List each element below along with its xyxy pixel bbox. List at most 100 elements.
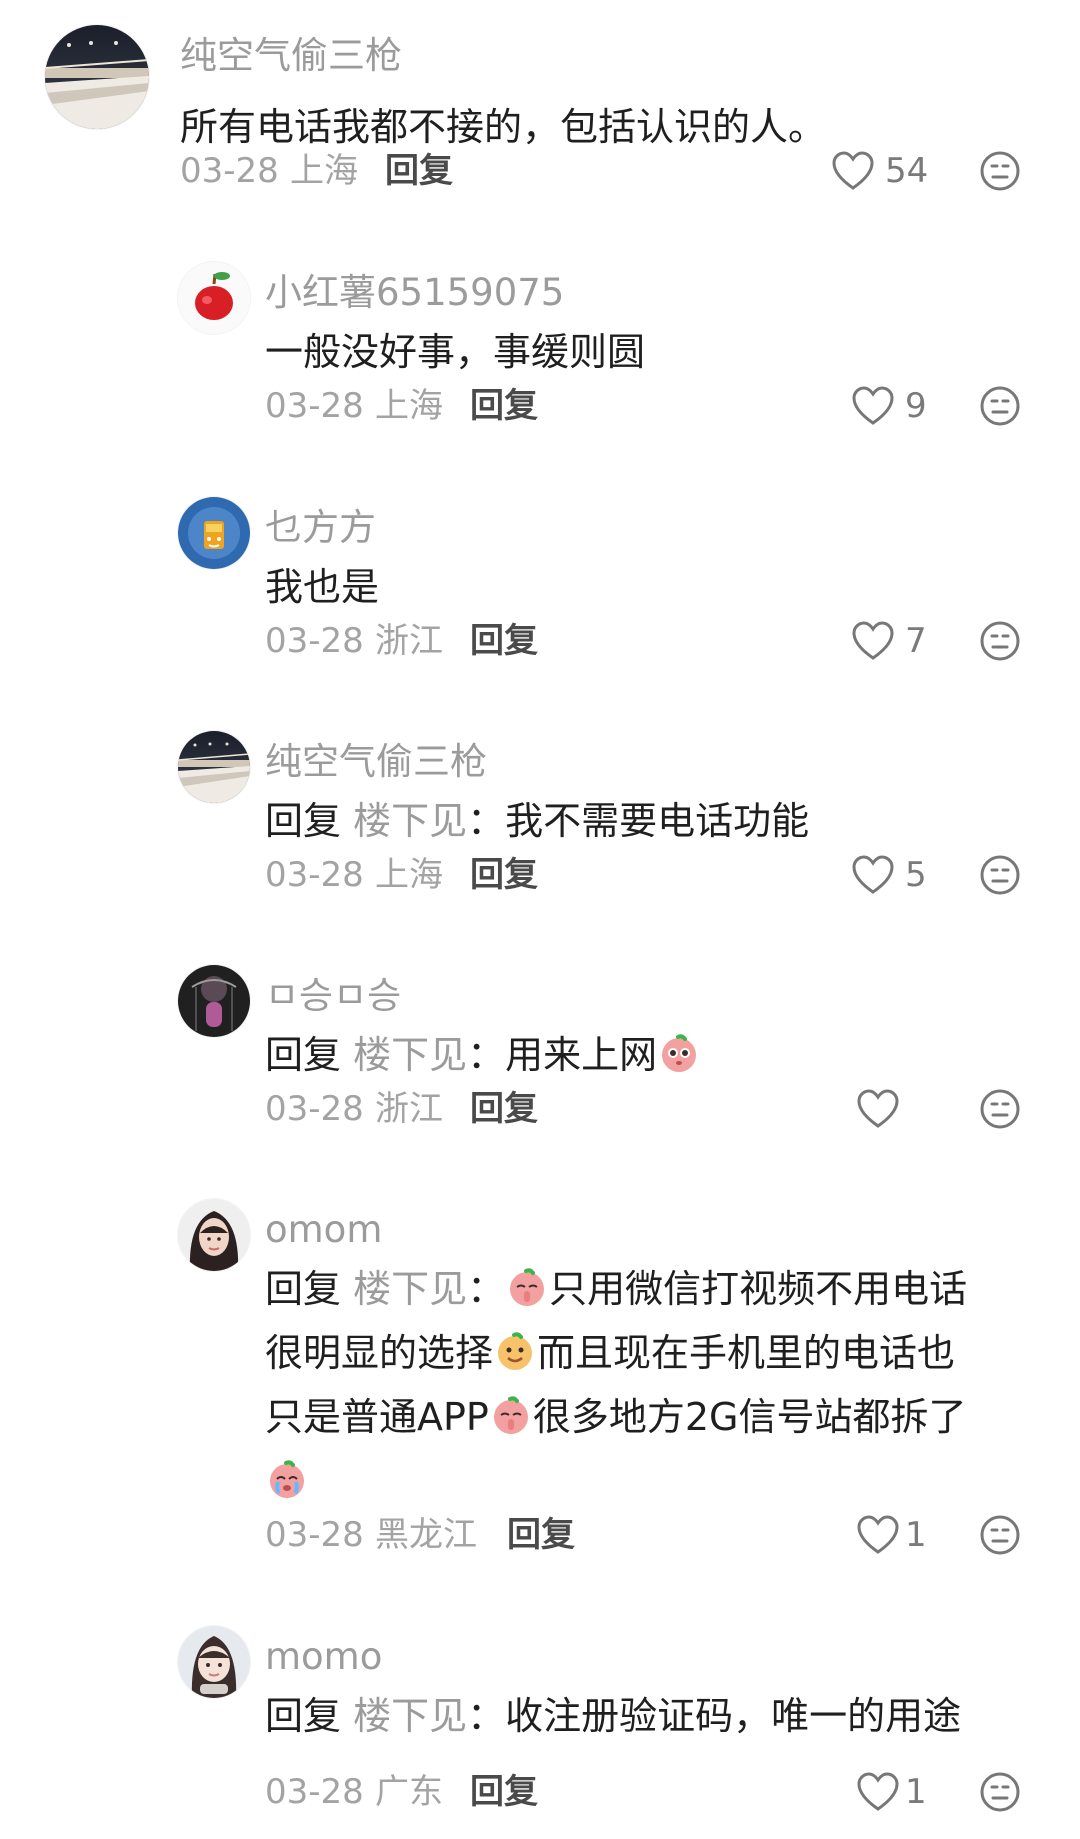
reply-button[interactable]: 回复 <box>470 1766 538 1818</box>
reply-text: 回复 楼下见：我不需要电话功能 <box>265 789 1045 853</box>
neutral-face-icon[interactable] <box>979 620 1021 662</box>
comment-meta: 03-28 浙江 回复 7 <box>265 615 1045 667</box>
comment-body: 我也是 <box>265 565 380 609</box>
comment-location: 上海 <box>290 151 358 191</box>
username[interactable]: 纯空气偷三枪 <box>265 743 487 780</box>
reply-prefix: 回复 <box>265 1267 342 1311</box>
reply-text: 回复 楼下见： 只用微信打视频不用电话 很明显的选择 而且现在手机里的电话也 只… <box>265 1257 1045 1513</box>
heart-icon[interactable] <box>857 1772 899 1812</box>
heart-icon[interactable] <box>852 386 894 426</box>
user-avatar[interactable] <box>178 1199 250 1271</box>
comment-body: 用来上网 <box>505 1033 658 1077</box>
username[interactable]: ㅁ승ㅁ승 <box>265 977 401 1014</box>
girl-photo-avatar-icon <box>178 1199 250 1271</box>
like-count: 7 <box>905 621 927 661</box>
like-count: 1 <box>905 1772 927 1812</box>
station-avatar-icon <box>45 25 149 129</box>
user-avatar[interactable] <box>178 497 250 569</box>
neutral-face-icon[interactable] <box>979 1771 1021 1813</box>
like-count: 54 <box>885 151 929 191</box>
comment-body-line: 而且现在手机里的电话也 <box>537 1331 956 1375</box>
reply-button[interactable]: 回复 <box>470 849 538 901</box>
reply-button[interactable]: 回复 <box>470 380 538 432</box>
comment-location: 黑龙江 <box>375 1515 477 1555</box>
reply-separator: ： <box>467 1267 506 1311</box>
comment-date: 03-28 <box>265 855 364 895</box>
neutral-face-icon[interactable] <box>979 150 1021 192</box>
reply-target-user[interactable]: 楼下见 <box>353 799 467 843</box>
comment-date: 03-28 <box>265 386 364 426</box>
child-photo-avatar-icon <box>178 1626 250 1698</box>
heart-icon[interactable] <box>832 151 874 191</box>
neutral-face-icon[interactable] <box>979 854 1021 896</box>
comment-location: 浙江 <box>375 621 443 661</box>
username[interactable]: 纯空气偷三枪 <box>180 37 402 74</box>
comment-body-line: 只用微信打视频不用电话 <box>549 1267 968 1311</box>
username[interactable]: momo <box>265 1638 382 1675</box>
like-count: 1 <box>905 1515 927 1555</box>
comment-body: 一般没好事，事缓则圆 <box>265 330 646 374</box>
comment-date: 03-28 <box>180 151 279 191</box>
reply-prefix: 回复 <box>265 799 342 843</box>
comment-meta: 03-28 黑龙江 回复 1 <box>265 1509 1045 1561</box>
reply-separator: ： <box>467 1694 506 1738</box>
comment-location: 浙江 <box>375 1089 443 1129</box>
reply-target-user[interactable]: 楼下见 <box>353 1033 467 1077</box>
reply-target-user[interactable]: 楼下见 <box>353 1267 467 1311</box>
neutral-face-icon[interactable] <box>979 385 1021 427</box>
reply-button[interactable]: 回复 <box>470 1083 538 1135</box>
comment-body: 所有电话我都不接的，包括认识的人。 <box>180 105 827 149</box>
comment-date: 03-28 <box>265 621 364 661</box>
comment-meta: 03-28 上海 回复 54 <box>180 145 1060 197</box>
comment-date: 03-28 <box>265 1089 364 1129</box>
reply-text: 一般没好事，事缓则圆 <box>265 320 1045 384</box>
reply-target-user[interactable]: 楼下见 <box>353 1694 467 1738</box>
reply-button[interactable]: 回复 <box>385 145 453 197</box>
reply-prefix: 回复 <box>265 1033 342 1077</box>
comment-date: 03-28 <box>265 1515 364 1555</box>
user-avatar[interactable] <box>45 25 149 129</box>
reply-text: 回复 楼下见：收注册验证码，唯一的用途 <box>265 1684 1045 1748</box>
comment-body: 我不需要电话功能 <box>505 799 810 843</box>
comment-location: 上海 <box>375 855 443 895</box>
smiling-peach-emoji-icon <box>494 1328 536 1370</box>
heart-icon[interactable] <box>857 1089 899 1129</box>
dark-photo-avatar-icon <box>178 965 250 1037</box>
comment-body-line: 很多地方2G信号站都拆了 <box>532 1395 967 1439</box>
apple-avatar-icon <box>178 262 250 334</box>
reply-text: 我也是 <box>265 555 1045 619</box>
heart-icon[interactable] <box>852 855 894 895</box>
comment-location: 上海 <box>375 386 443 426</box>
comment-date: 03-28 <box>265 1772 364 1812</box>
user-avatar[interactable] <box>178 965 250 1037</box>
comment-meta: 03-28 上海 回复 9 <box>265 380 1045 432</box>
user-avatar[interactable] <box>178 262 250 334</box>
comment-body-line: 只是普通APP <box>265 1395 489 1439</box>
heart-icon[interactable] <box>857 1515 899 1555</box>
like-count: 9 <box>905 386 927 426</box>
neutral-face-icon[interactable] <box>979 1514 1021 1556</box>
username[interactable]: omom <box>265 1211 382 1248</box>
reply-button[interactable]: 回复 <box>507 1509 575 1561</box>
comment-body-line: 很明显的选择 <box>265 1331 494 1375</box>
heart-icon[interactable] <box>852 621 894 661</box>
neutral-face-icon[interactable] <box>979 1088 1021 1130</box>
comment-thread: 纯空气偷三枪 所有电话我都不接的，包括认识的人。 03-28 上海 回复 54 <box>0 0 1080 1839</box>
reply-text: 回复 楼下见：用来上网 <box>265 1023 1045 1087</box>
comment-meta: 03-28 广东 回复 1 <box>265 1766 1045 1818</box>
cartoon-avatar-icon <box>178 497 250 569</box>
reply-separator: ： <box>467 1033 506 1077</box>
username[interactable]: 小红薯65159075 <box>265 274 564 311</box>
like-count: 5 <box>905 855 927 895</box>
comment-meta: 03-28 上海 回复 5 <box>265 849 1045 901</box>
reply-button[interactable]: 回复 <box>470 615 538 667</box>
crying-peach-emoji-icon <box>266 1456 308 1498</box>
shushing-peach-emoji-icon <box>490 1392 532 1434</box>
comment-location: 广东 <box>375 1772 443 1812</box>
username[interactable]: 乜方方 <box>265 509 376 546</box>
reply-separator: ： <box>467 799 506 843</box>
comment-meta: 03-28 浙江 回复 <box>265 1083 1045 1135</box>
user-avatar[interactable] <box>178 1626 250 1698</box>
user-avatar[interactable] <box>178 731 250 803</box>
station-avatar-icon <box>178 731 250 803</box>
